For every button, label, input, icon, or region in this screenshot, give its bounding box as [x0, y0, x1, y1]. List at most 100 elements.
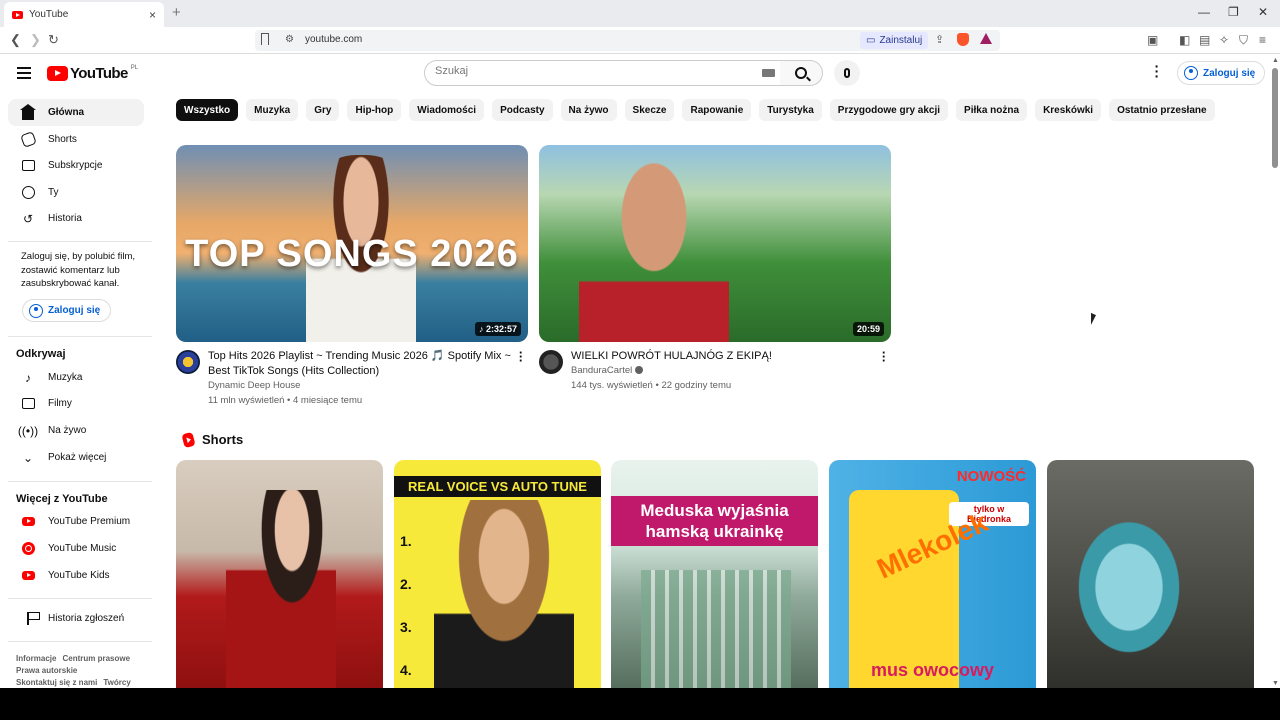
sidebar-item-films[interactable]: Filmy: [8, 390, 144, 417]
minimize-icon[interactable]: —: [1198, 5, 1210, 19]
footer-link[interactable]: Centrum prasowe: [62, 654, 130, 663]
divider: [8, 641, 152, 642]
chip-live[interactable]: Na żywo: [560, 99, 617, 121]
short-caption: Meduska wyjaśnia hamską ukrainkę: [611, 496, 818, 546]
chip-games[interactable]: Gry: [306, 99, 340, 121]
menu-icon[interactable]: ≡: [1259, 33, 1266, 47]
youtube-logo[interactable]: YouTube PL: [47, 65, 138, 82]
film-icon: [8, 398, 48, 409]
new-tab-button[interactable]: +: [172, 4, 181, 21]
sidebar-item-shorts[interactable]: Shorts: [8, 126, 144, 153]
scroll-down-icon[interactable]: ▼: [1272, 680, 1279, 687]
footer-link[interactable]: Prawa autorskie: [16, 666, 77, 675]
channel-name[interactable]: Dynamic Deep House: [208, 380, 300, 391]
short-card[interactable]: [1047, 460, 1254, 688]
search-box[interactable]: [424, 60, 781, 86]
restore-icon[interactable]: ❐: [1228, 5, 1239, 19]
chip-action-adventure[interactable]: Przygodowe gry akcji: [829, 99, 949, 121]
sidebar-item-youtube-kids[interactable]: YouTube Kids: [8, 562, 144, 589]
sidebar-item-history[interactable]: ↺ Historia: [8, 205, 144, 232]
sidebar-item-label: Historia: [48, 213, 82, 224]
video-thumbnail[interactable]: TOP SONGS 2026 ♪ 2:32:57: [176, 145, 528, 342]
video-title[interactable]: Top Hits 2026 Playlist ~ Trending Music …: [208, 349, 513, 379]
video-title[interactable]: WIELKI POWRÓT HULAJNÓG Z EKIPĄ!: [571, 349, 876, 364]
short-card[interactable]: Meduska wyjaśnia hamską ukrainkę: [611, 460, 818, 688]
share-icon[interactable]: ⇪: [935, 33, 944, 46]
sidebar-item-show-more[interactable]: ⌄ Pokaż więcej: [8, 444, 144, 471]
signin-button[interactable]: Zaloguj się: [1177, 61, 1266, 85]
video-menu-icon[interactable]: · · ·: [516, 346, 526, 367]
sidebar-item-you[interactable]: Ty: [8, 179, 144, 206]
brave-shields-icon[interactable]: [957, 33, 969, 46]
address-bar[interactable]: ⚙ youtube.com ▭ Zainstaluj ⇪: [255, 30, 1000, 51]
chip-hip-hop[interactable]: Hip-hop: [347, 99, 402, 121]
channel-avatar[interactable]: [176, 350, 200, 374]
short-bottom-text: mus owocowy: [870, 660, 995, 680]
sidebar-item-report-history[interactable]: Historia zgłoszeń: [8, 605, 144, 632]
close-window-icon[interactable]: ✕: [1258, 5, 1268, 19]
chip-recently-uploaded[interactable]: Ostatnio przesłane: [1109, 99, 1215, 121]
youtube-favicon-icon: [12, 10, 23, 19]
search-input[interactable]: [435, 65, 735, 77]
site-info-icon[interactable]: ⚙: [285, 34, 294, 45]
video-menu-icon[interactable]: · · ·: [879, 346, 889, 367]
footer-link[interactable]: Twórcy: [103, 678, 130, 687]
scroll-up-icon[interactable]: ▲: [1272, 57, 1279, 64]
chip-all[interactable]: Wszystko: [176, 99, 239, 121]
chip-news[interactable]: Wiadomości: [409, 99, 485, 121]
guide-menu-icon[interactable]: [17, 67, 31, 79]
url-text[interactable]: youtube.com: [305, 34, 362, 45]
tab-strip: YouTube × + — ❐ ✕: [0, 0, 1280, 27]
divider: [8, 481, 152, 482]
verified-icon: [635, 366, 644, 375]
leo-ai-icon[interactable]: ✧: [1219, 33, 1229, 47]
sidebar-item-youtube-premium[interactable]: YouTube Premium: [8, 508, 144, 535]
tab-close-icon[interactable]: ×: [149, 8, 156, 22]
search-button[interactable]: [780, 60, 823, 86]
brave-rewards-icon[interactable]: [980, 33, 992, 44]
sidebar-item-subscriptions[interactable]: Subskrypcje: [8, 152, 144, 179]
chip-music[interactable]: Muzyka: [246, 99, 299, 121]
vpn-icon[interactable]: ⛉: [1239, 33, 1248, 48]
sidebar-item-label: Muzyka: [48, 372, 83, 383]
tab-youtube[interactable]: YouTube ×: [4, 2, 164, 27]
sidebar-signin-button[interactable]: Zaloguj się: [22, 299, 112, 322]
channel-avatar[interactable]: [539, 350, 563, 374]
footer-link[interactable]: Skontaktuj się z nami: [16, 678, 97, 687]
footer-link[interactable]: Informacje: [16, 654, 56, 663]
chip-football[interactable]: Piłka nożna: [956, 99, 1028, 121]
forward-icon[interactable]: ❯: [30, 32, 41, 48]
scroll-thumb[interactable]: [1272, 68, 1278, 168]
chip-podcasts[interactable]: Podcasty: [492, 99, 553, 121]
sidebar-item-live[interactable]: ((•)) Na żywo: [8, 417, 144, 444]
video-thumbnail[interactable]: 20:59: [539, 145, 891, 342]
keyboard-icon[interactable]: [762, 69, 775, 77]
wallet-icon[interactable]: ▤: [1199, 33, 1210, 47]
sidebar-toggle-icon[interactable]: ◧: [1179, 33, 1190, 47]
media-icon[interactable]: ▣: [1147, 33, 1158, 47]
voice-search-button[interactable]: [834, 60, 860, 86]
install-app-button[interactable]: ▭ Zainstaluj: [860, 32, 929, 49]
sidebar-item-home[interactable]: Główna: [8, 99, 144, 126]
chip-cartoons[interactable]: Kreskówki: [1035, 99, 1102, 121]
page-scrollbar[interactable]: ▲ ▼: [1270, 54, 1280, 688]
chip-rap[interactable]: Rapowanie: [682, 99, 752, 121]
video-card[interactable]: TOP SONGS 2026 ♪ 2:32:57 Top Hits 2026 P…: [176, 145, 528, 410]
sidebar-item-music[interactable]: ♪ Muzyka: [8, 364, 144, 391]
sidebar-item-label: Filmy: [48, 398, 72, 409]
sidebar-item-label: Główna: [48, 107, 85, 118]
reload-icon[interactable]: ↻: [48, 32, 59, 48]
video-card[interactable]: 20:59 WIELKI POWRÓT HULAJNÓG Z EKIPĄ! Ba…: [539, 145, 891, 410]
short-card[interactable]: NOWOŚĆ tylko w Biedronka Mlekolek mus ow…: [829, 460, 1036, 688]
bookmark-icon[interactable]: [261, 33, 269, 45]
install-label: Zainstaluj: [879, 35, 923, 46]
sidebar-item-youtube-music[interactable]: YouTube Music: [8, 535, 144, 562]
channel-name-row[interactable]: BanduraCartel: [571, 365, 644, 376]
back-icon[interactable]: ❮: [10, 32, 21, 48]
short-card[interactable]: REAL VOICE VS AUTO TUNE 1. 2. 3. 4.: [394, 460, 601, 688]
channel-name[interactable]: BanduraCartel: [571, 365, 632, 376]
chip-tourism[interactable]: Turystyka: [759, 99, 822, 121]
short-card[interactable]: [176, 460, 383, 688]
settings-kebab-icon[interactable]: · · ·: [1152, 59, 1162, 83]
chip-sketches[interactable]: Skecze: [624, 99, 675, 121]
